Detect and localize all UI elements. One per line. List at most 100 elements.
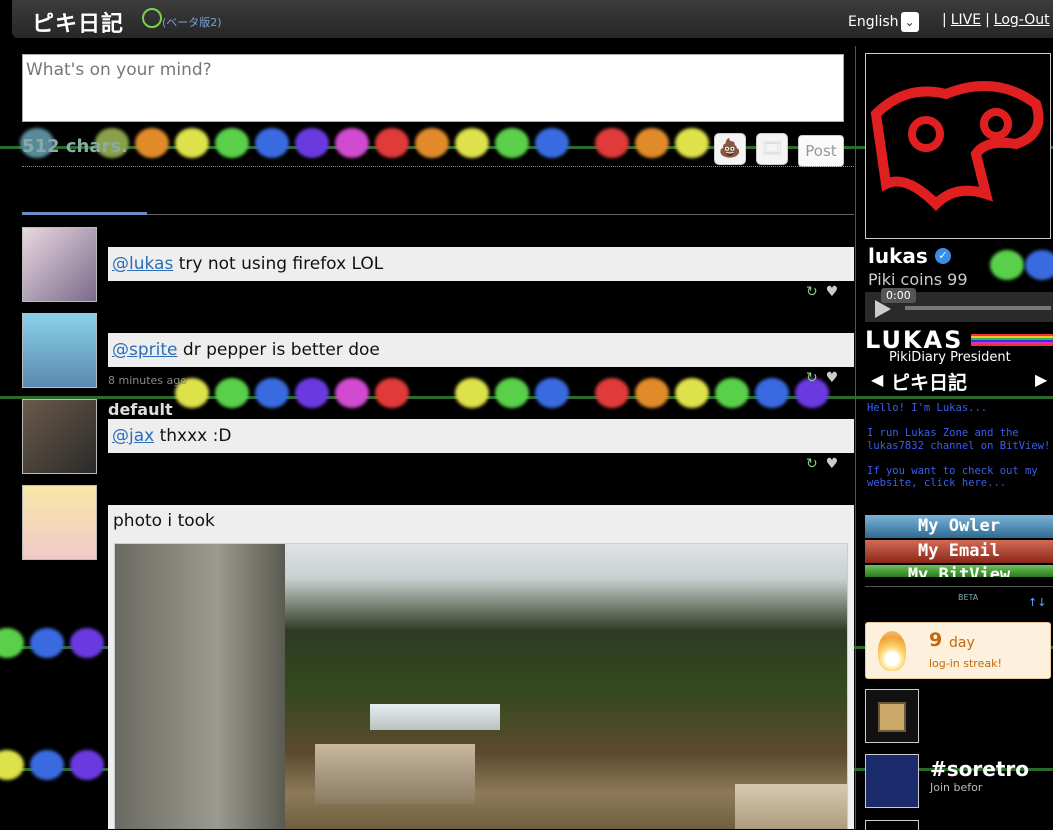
bead bbox=[0, 628, 24, 658]
bag-body bbox=[878, 702, 906, 732]
bead bbox=[335, 128, 369, 158]
my-bitview-button[interactable]: My BitView bbox=[865, 565, 1053, 577]
post-text: @jax thxxx :D bbox=[108, 419, 854, 453]
bead bbox=[595, 128, 629, 158]
language-label: English bbox=[848, 14, 899, 30]
audio-progress[interactable] bbox=[905, 306, 1051, 310]
avatar[interactable] bbox=[22, 227, 97, 302]
bag-icon[interactable] bbox=[865, 689, 919, 743]
bead bbox=[0, 750, 24, 780]
active-tab-indicator[interactable] bbox=[22, 212, 147, 215]
bead bbox=[715, 378, 749, 408]
reply-icon[interactable]: ↻ bbox=[806, 370, 818, 386]
photo-post: photo i took bbox=[108, 505, 854, 829]
bead bbox=[675, 378, 709, 408]
post-text: @sprite dr pepper is better doe bbox=[108, 333, 854, 367]
bead bbox=[755, 378, 789, 408]
poop-icon[interactable]: 💩 bbox=[714, 133, 746, 165]
mention-link[interactable]: @sprite bbox=[112, 340, 178, 360]
beta-label: BETA bbox=[958, 593, 979, 602]
bead-wire bbox=[0, 396, 1053, 399]
separator: | bbox=[942, 12, 947, 28]
bead bbox=[30, 628, 64, 658]
flame-icon bbox=[878, 631, 906, 671]
post-body: dr pepper is better doe bbox=[177, 340, 380, 360]
bead bbox=[635, 378, 669, 408]
bead bbox=[415, 128, 449, 158]
divider bbox=[22, 166, 854, 167]
bead bbox=[135, 128, 169, 158]
bead bbox=[495, 378, 529, 408]
heart-icon[interactable]: ♥ bbox=[826, 370, 839, 386]
reply-icon[interactable]: ↻ bbox=[806, 284, 818, 300]
profile-image[interactable] bbox=[865, 53, 1051, 239]
profile-nav: ◀ ピキ日記 ▶ bbox=[865, 368, 1053, 394]
bead bbox=[375, 128, 409, 158]
sort-arrows-icon[interactable]: ↑↓ bbox=[1028, 596, 1046, 609]
bead bbox=[535, 128, 569, 158]
streak-unit: day bbox=[949, 635, 975, 651]
audio-time: 0:00 bbox=[881, 288, 916, 303]
mention-link[interactable]: @lukas bbox=[112, 254, 173, 274]
language-selector[interactable]: English ⌄ bbox=[848, 12, 919, 32]
bead bbox=[535, 378, 569, 408]
bead bbox=[70, 750, 104, 780]
bead bbox=[675, 128, 709, 158]
avatar[interactable] bbox=[22, 399, 97, 474]
live-link[interactable]: LIVE bbox=[951, 12, 981, 28]
bead bbox=[635, 128, 669, 158]
piki-coins: Piki coins 99 bbox=[868, 270, 968, 289]
char-counter: 512 chars. bbox=[22, 136, 128, 157]
username[interactable]: default bbox=[108, 400, 173, 419]
bead bbox=[255, 378, 289, 408]
logout-link[interactable]: Log-Out bbox=[994, 12, 1050, 28]
post-button[interactable]: Post bbox=[798, 135, 844, 167]
post-body: try not using firefox LOL bbox=[173, 254, 384, 274]
heart-icon[interactable]: ♥ bbox=[826, 284, 839, 300]
post-text: @lukas try not using firefox LOL bbox=[108, 247, 854, 281]
profile-banner: LUKAS PikiDiary President bbox=[865, 326, 1053, 366]
avatar[interactable] bbox=[22, 485, 97, 560]
my-email-button[interactable]: My Email bbox=[865, 540, 1053, 563]
rock bbox=[115, 544, 285, 829]
top-bar: ピキ日記 (ベータ版2) English ⌄ | LIVE | Log-Out bbox=[12, 0, 1053, 38]
profile-name[interactable]: lukas bbox=[868, 244, 928, 268]
rock bbox=[315, 744, 475, 804]
film-icon[interactable]: 🎞 bbox=[756, 133, 788, 165]
bead bbox=[595, 378, 629, 408]
group-name[interactable]: #soretro bbox=[930, 757, 1029, 781]
bead bbox=[375, 378, 409, 408]
bead bbox=[30, 750, 64, 780]
bead bbox=[215, 128, 249, 158]
mention-link[interactable]: @jax bbox=[112, 426, 154, 446]
bead bbox=[295, 128, 329, 158]
heart-icon[interactable]: ♥ bbox=[826, 456, 839, 472]
separator: | bbox=[985, 12, 990, 28]
post-photo[interactable] bbox=[114, 543, 848, 829]
sidebar-divider bbox=[855, 46, 856, 829]
divider bbox=[865, 586, 1053, 587]
smiley-icon bbox=[142, 8, 162, 28]
post-actions: ↻ ♥ bbox=[806, 456, 838, 472]
logo[interactable]: ピキ日記 bbox=[32, 6, 124, 38]
arrow-left-icon[interactable]: ◀ bbox=[871, 370, 883, 389]
audio-player[interactable]: 0:00 bbox=[865, 288, 1053, 322]
timestamp: 8 minutes ago bbox=[108, 374, 187, 387]
post-body: thxxx :D bbox=[154, 426, 232, 446]
bead bbox=[495, 128, 529, 158]
reply-icon[interactable]: ↻ bbox=[806, 456, 818, 472]
group-image[interactable] bbox=[865, 754, 919, 808]
photo-caption: photo i took bbox=[113, 511, 215, 531]
my-owler-button[interactable]: My Owler bbox=[865, 515, 1053, 538]
bead bbox=[990, 250, 1024, 280]
bead bbox=[455, 378, 489, 408]
rainbow-stripes bbox=[971, 334, 1053, 346]
post-composer[interactable]: What's on your mind? bbox=[22, 54, 844, 122]
profile-bio: Hello! I'm Lukas... I run Lukas Zone and… bbox=[867, 402, 1051, 489]
chevron-down-icon[interactable]: ⌄ bbox=[900, 12, 919, 32]
streak-label: log-in streak! bbox=[929, 657, 1002, 670]
bead bbox=[335, 378, 369, 408]
avatar[interactable] bbox=[22, 313, 97, 388]
arrow-right-icon[interactable]: ▶ bbox=[1035, 370, 1047, 389]
composer-placeholder: What's on your mind? bbox=[26, 60, 212, 80]
